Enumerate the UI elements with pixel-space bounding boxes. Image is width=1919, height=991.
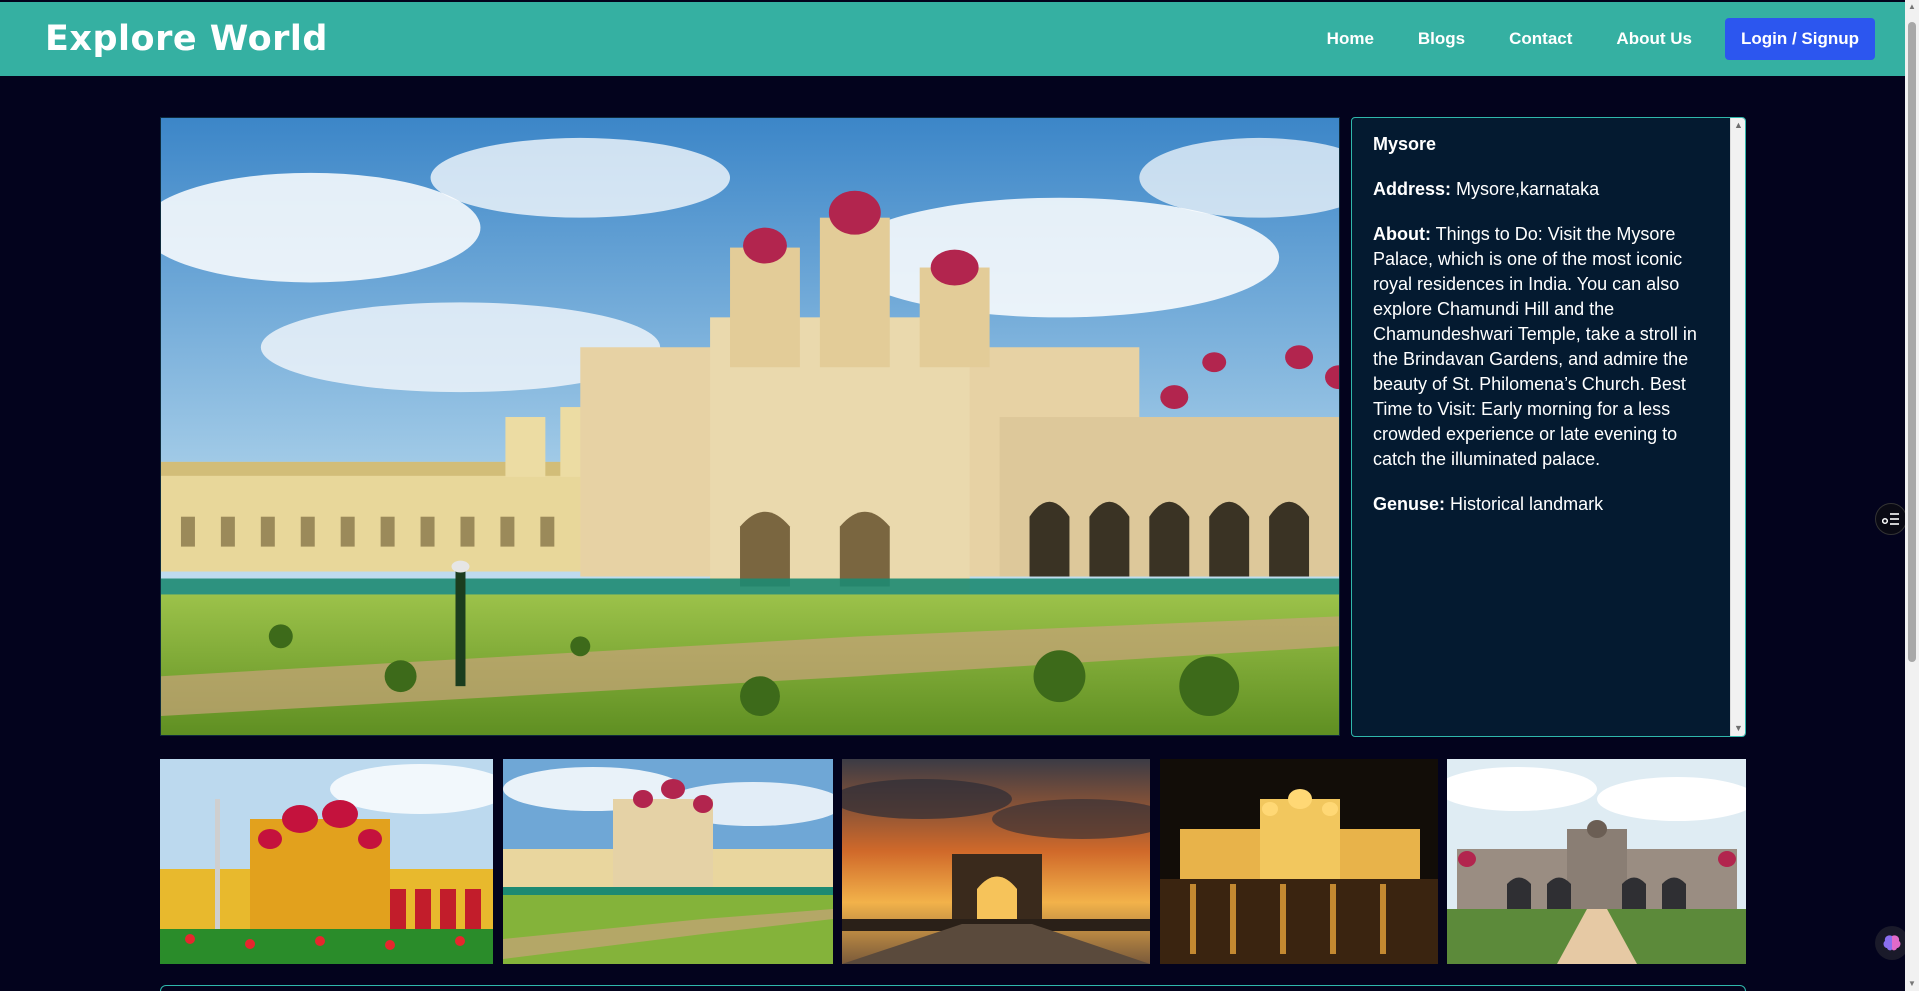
brain-icon[interactable] [1875, 926, 1905, 960]
bottom-content-card [160, 985, 1746, 991]
thumbnail-2[interactable] [503, 759, 833, 964]
scroll-up-arrow-icon[interactable]: ▲ [1731, 118, 1745, 133]
palace-hero-photo [161, 118, 1339, 735]
nav-contact-link[interactable]: Contact [1487, 29, 1594, 49]
place-about: About: Things to Do: Visit the Mysore Pa… [1373, 222, 1710, 472]
thumbnail-gallery [160, 759, 1746, 964]
palace-colorful-photo [160, 759, 493, 964]
thumbnail-1[interactable] [160, 759, 493, 964]
palace-night-photo [1160, 759, 1438, 964]
nav-home-link[interactable]: Home [1305, 29, 1396, 49]
palace-gate-sunset-photo [842, 759, 1150, 964]
thumbnail-4[interactable] [1160, 759, 1438, 964]
navbar: Explore World Home Blogs Contact About U… [0, 2, 1905, 76]
hero-image [160, 117, 1340, 736]
genre-label: Genuse: [1373, 494, 1446, 514]
place-title: Mysore [1373, 134, 1437, 154]
palace-avenue-photo [1447, 759, 1746, 964]
nav-links: Home Blogs Contact About Us Login / Sign… [1305, 18, 1875, 60]
list-settings-icon[interactable] [1875, 503, 1905, 535]
nav-about-link[interactable]: About Us [1594, 29, 1714, 49]
page-scroll-thumb[interactable] [1908, 22, 1916, 662]
genre-value: Historical landmark [1450, 494, 1604, 514]
page-scroll-up-icon[interactable]: ▲ [1905, 0, 1919, 14]
page-scroll-down-icon[interactable]: ▼ [1905, 977, 1919, 991]
about-label: About: [1373, 224, 1431, 244]
scroll-down-arrow-icon[interactable]: ▼ [1731, 721, 1745, 736]
page: Explore World Home Blogs Contact About U… [0, 0, 1905, 991]
about-value: Things to Do: Visit the Mysore Palace, w… [1373, 224, 1697, 469]
info-panel-scrollbar[interactable]: ▲ ▼ [1730, 118, 1745, 736]
thumbnail-3[interactable] [842, 759, 1150, 964]
page-scrollbar[interactable]: ▲ ▼ [1905, 0, 1919, 991]
place-info-panel[interactable]: Mysore Address: Mysore,karnataka About: … [1351, 117, 1746, 737]
address-value: Mysore,karnataka [1456, 179, 1600, 199]
login-signup-button[interactable]: Login / Signup [1724, 18, 1875, 60]
place-info-content: Mysore Address: Mysore,karnataka About: … [1352, 118, 1730, 736]
place-address: Address: Mysore,karnataka [1373, 177, 1710, 202]
palace-garden-photo [503, 759, 833, 964]
nav-blogs-link[interactable]: Blogs [1396, 29, 1487, 49]
place-genre: Genuse: Historical landmark [1373, 492, 1710, 517]
brand-logo[interactable]: Explore World [45, 19, 328, 59]
address-label: Address: [1373, 179, 1452, 199]
thumbnail-5[interactable] [1447, 759, 1746, 964]
